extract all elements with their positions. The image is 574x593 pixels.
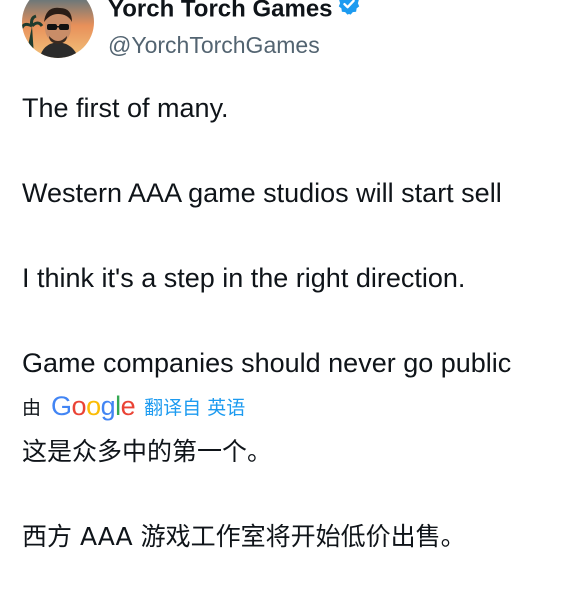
- google-logo[interactable]: Google: [51, 391, 136, 421]
- avatar[interactable]: [22, 0, 94, 58]
- tweet-text-line: I think it's a step in the right directi…: [22, 263, 466, 293]
- translation-prefix: 由: [22, 396, 42, 419]
- avatar-image: [22, 0, 94, 58]
- translated-from-link[interactable]: 翻译自 英语: [144, 393, 245, 420]
- verified-badge-icon[interactable]: [337, 0, 361, 24]
- translated-text-line: 西方 AAA 游戏工作室将开始低价出售。: [22, 522, 466, 551]
- tweet-text-line: Game companies should never go public: [22, 348, 512, 378]
- author-display-name[interactable]: Yorch Torch Games: [108, 0, 333, 22]
- translated-text-line: 这是众多中的第一个。: [22, 437, 273, 466]
- author-name-row[interactable]: Yorch Torch Games: [108, 0, 361, 26]
- translation-attribution: 由 Google 翻译自 英语: [22, 391, 245, 421]
- tweet-text-line: The first of many.: [22, 93, 229, 123]
- tweet-text-line: Western AAA game studios will start sell: [22, 178, 502, 208]
- author-handle[interactable]: @YorchTorchGames: [108, 31, 320, 59]
